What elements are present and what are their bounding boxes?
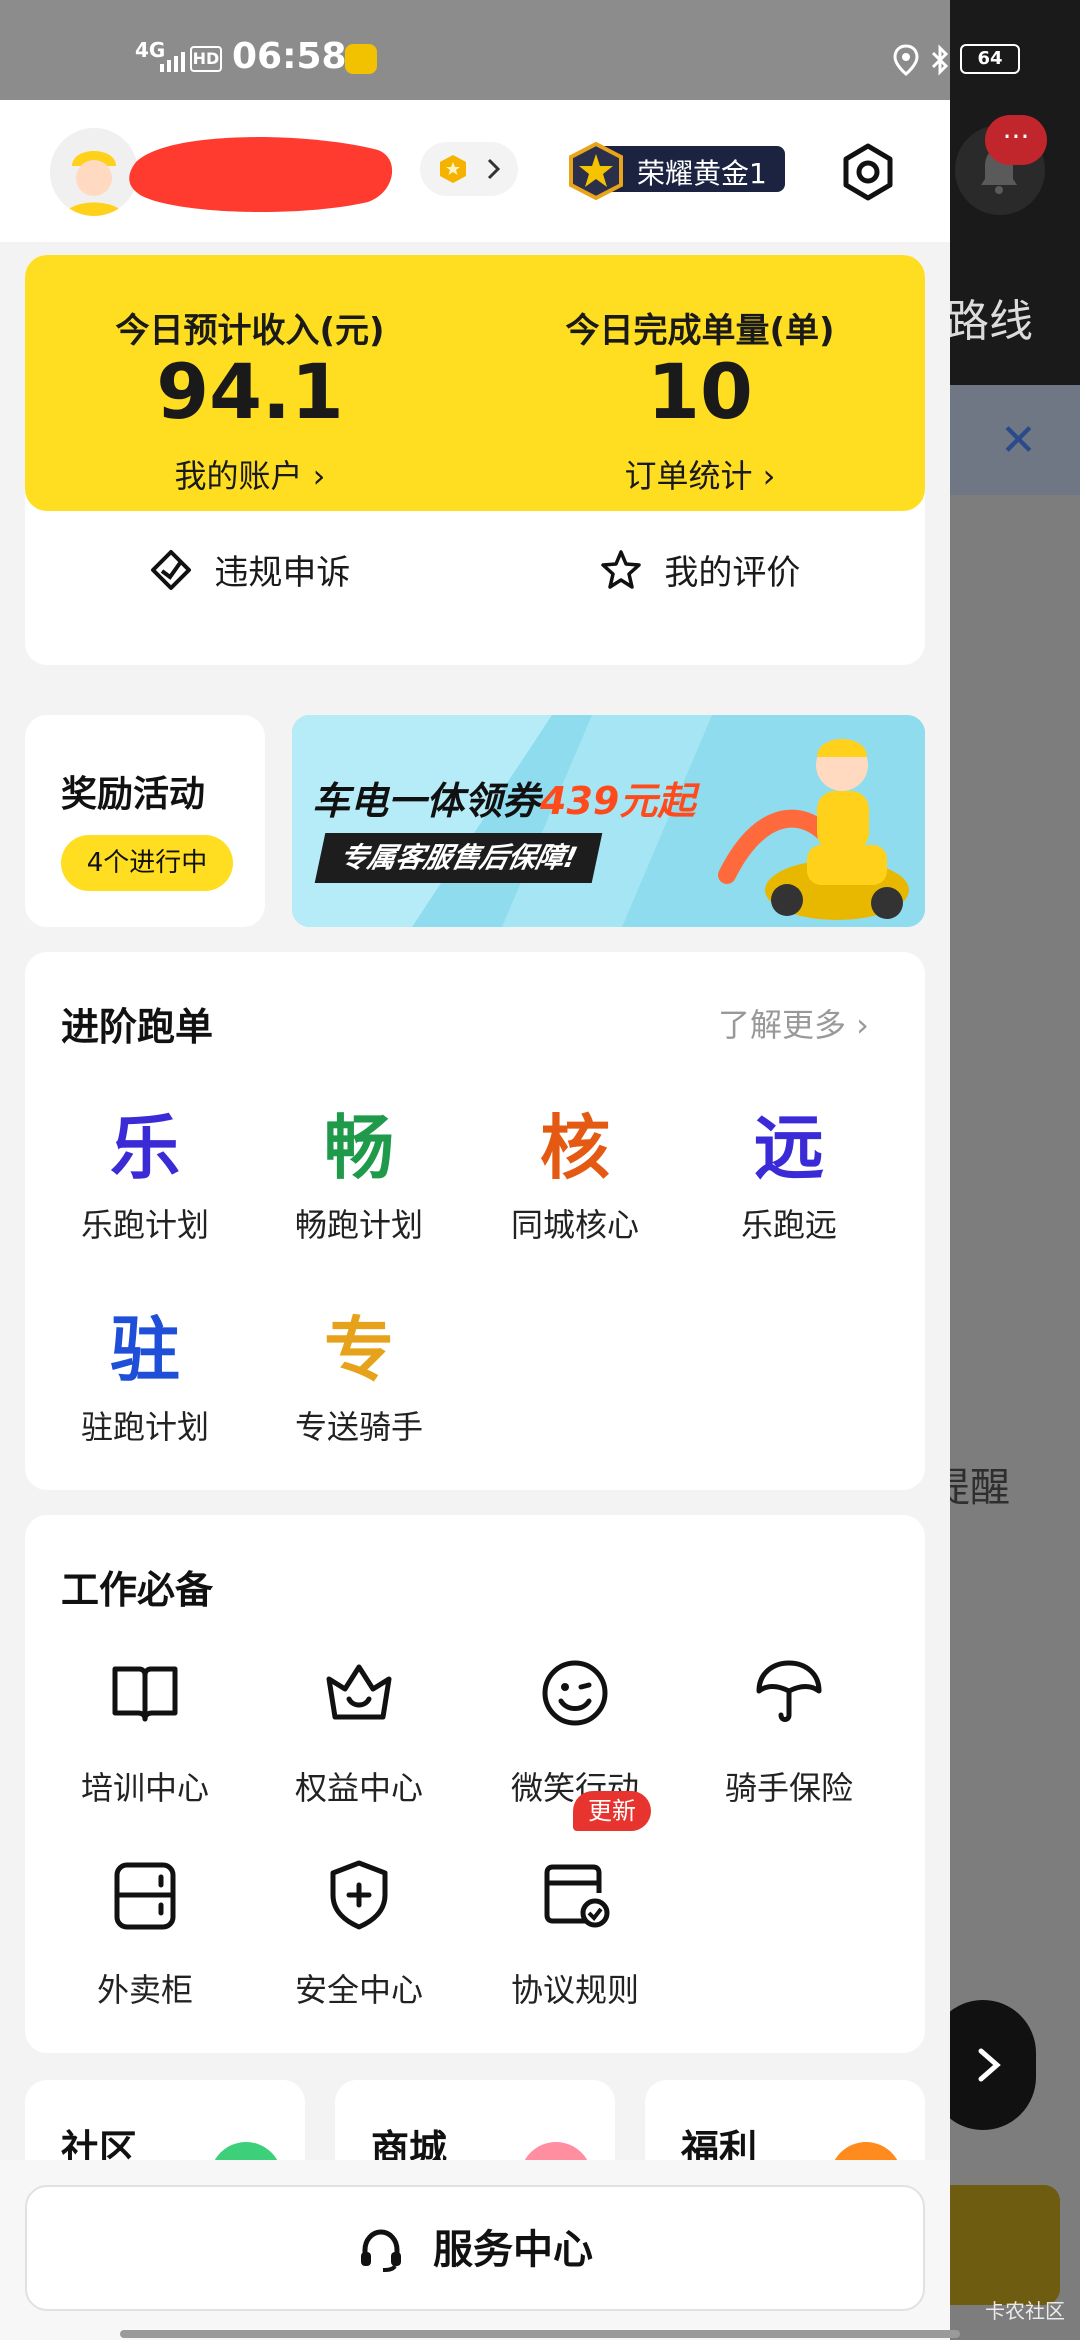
crown-icon <box>326 1664 392 1720</box>
plan-glyph: 畅 <box>324 1107 394 1189</box>
rank-label: 荣耀黄金1 <box>637 157 767 190</box>
benefits-center[interactable]: 权益中心 <box>253 1655 465 1807</box>
rider-scooter-illustration <box>718 739 909 920</box>
plan-label: 同城核心 <box>510 1206 639 1244</box>
rider-insurance[interactable]: 骑手保险 <box>683 1655 895 1807</box>
my-rating-button[interactable]: 我的评价 <box>475 545 925 625</box>
training-center[interactable]: 培训中心 <box>39 1655 251 1807</box>
rider-avatar-icon <box>50 128 138 216</box>
headset-icon <box>361 2229 402 2272</box>
settings-icon[interactable] <box>838 142 898 202</box>
more-badge[interactable]: ··· <box>985 115 1047 165</box>
plan-city-core[interactable]: 核 同城核心 <box>469 1092 681 1244</box>
update-badge: 更新 <box>573 1791 651 1831</box>
tool-label: 权益中心 <box>294 1769 423 1807</box>
plan-chang-pao[interactable]: 畅 畅跑计划 <box>253 1092 465 1244</box>
plan-label: 驻跑计划 <box>80 1408 209 1446</box>
plan-glyph: 乐 <box>110 1107 180 1189</box>
level-chip[interactable] <box>420 142 518 196</box>
agreement-icon <box>544 1864 610 1928</box>
level-star-icon <box>440 155 466 183</box>
income-value: 94.1 <box>156 347 344 436</box>
service-center-label: 服务中心 <box>432 2227 593 2273</box>
reward-activity-card[interactable]: 奖励活动 4个进行中 <box>25 715 265 927</box>
plan-label: 畅跑计划 <box>294 1206 423 1244</box>
order-stats-link[interactable]: 订单统计 › <box>475 451 925 497</box>
service-center-button[interactable]: 服务中心 <box>25 2185 925 2311</box>
plan-label: 乐跑计划 <box>80 1206 209 1244</box>
work-title: 工作必备 <box>61 1568 214 1612</box>
orders-stat: 今日完成单量(单) 10 订单统计 › <box>475 255 925 511</box>
chevron-right-icon <box>978 2048 1001 2082</box>
tool-label: 骑手保险 <box>724 1769 853 1807</box>
smile-icon <box>542 1660 608 1726</box>
plan-le-pao-far[interactable]: 远 乐跑远 <box>683 1092 895 1244</box>
tool-label: 安全中心 <box>294 1971 423 2009</box>
banner-subtitle: 专属客服售后保障! <box>314 833 603 883</box>
income-stat: 今日预计收入(元) 94.1 我的账户 › <box>25 255 475 511</box>
plan-le-pao[interactable]: 乐 乐跑计划 <box>39 1092 251 1244</box>
signal-icon <box>160 52 185 72</box>
plan-glyph: 核 <box>540 1107 610 1189</box>
smile-action[interactable]: 微笑行动 <box>469 1655 681 1807</box>
redacted-username <box>129 137 393 213</box>
earnings-card: 今日预计收入(元) 94.1 我的账户 › 今日完成单量(单) 10 订单统计 … <box>25 255 925 665</box>
background-route-label: 路线 <box>945 296 1033 347</box>
location-icon <box>893 44 919 76</box>
appeal-button[interactable]: 违规申诉 <box>25 545 475 625</box>
banner-headline-text: 车电一体领券 <box>312 779 541 823</box>
orders-value: 10 <box>647 347 753 436</box>
app-notification-icon <box>345 44 377 74</box>
plan-glyph: 远 <box>754 1107 824 1189</box>
plan-glyph: 专 <box>324 1309 394 1391</box>
appeal-icon <box>150 549 191 590</box>
close-icon[interactable]: ✕ <box>1000 415 1037 466</box>
income-label: 今日预计收入(元) <box>115 311 385 351</box>
book-icon <box>112 1666 178 1722</box>
umbrella-icon <box>756 1660 822 1722</box>
promo-banner[interactable]: 车电一体领券439元起 专属客服售后保障! <box>292 715 925 927</box>
earnings-summary: 今日预计收入(元) 94.1 我的账户 › 今日完成单量(单) 10 订单统计 … <box>25 255 925 511</box>
plan-zhu-pao[interactable]: 驻 驻跑计划 <box>39 1294 251 1446</box>
appeal-label: 违规申诉 <box>214 553 351 593</box>
plan-label: 乐跑远 <box>740 1206 837 1244</box>
rank-badge[interactable]: 荣耀黄金1 <box>565 142 785 200</box>
tool-label: 协议规则 <box>510 1971 639 2009</box>
watermark: 卡农社区 <box>985 2299 1065 2323</box>
advanced-run-card: 进阶跑单 了解更多 › 乐 乐跑计划 畅 畅跑计划 核 同城核心 远 乐跑远 驻… <box>25 952 925 1490</box>
reward-title: 奖励活动 <box>61 774 206 815</box>
shield-icon <box>330 1860 388 1930</box>
tool-label: 培训中心 <box>80 1769 209 1807</box>
side-drawer: 荣耀黄金1 今日预计收入(元) 94.1 我的账户 › 今日完成单量(单) 10… <box>0 100 950 2340</box>
agreement-rules[interactable]: 协议规则 <box>469 1857 681 2009</box>
bluetooth-icon <box>931 44 949 76</box>
locker-icon <box>114 1862 176 1930</box>
chevron-right-icon <box>487 158 501 180</box>
home-indicator[interactable] <box>120 2330 960 2338</box>
gold-medal-icon <box>569 142 623 200</box>
status-time: 06:58 <box>232 36 347 77</box>
tool-label: 外卖柜 <box>96 1971 193 2009</box>
banner-price: 439元起 <box>540 779 696 823</box>
bottom-bar: 服务中心 <box>0 2160 950 2340</box>
plan-glyph: 驻 <box>110 1309 180 1391</box>
delivery-locker[interactable]: 外卖柜 <box>39 1857 251 2009</box>
avatar[interactable] <box>50 128 138 216</box>
plan-dedicated-rider[interactable]: 专 专送骑手 <box>253 1294 465 1446</box>
work-essentials-card: 工作必备 培训中心 权益中心 微笑行动 骑手保险 外卖柜 安全中心 协议规则 更… <box>25 1515 925 2053</box>
battery-indicator: 64 <box>960 44 1020 74</box>
advanced-title: 进阶跑单 <box>61 1005 214 1049</box>
my-account-link[interactable]: 我的账户 › <box>25 451 475 497</box>
status-bar: 4G HD 06:58 <box>0 0 950 100</box>
banner-headline: 车电一体领券439元起 <box>312 770 695 825</box>
hd-icon: HD <box>190 46 222 72</box>
profile-header: 荣耀黄金1 <box>0 100 950 242</box>
star-outline-icon <box>600 549 641 589</box>
my-rating-label: 我的评价 <box>664 553 801 593</box>
plan-label: 专送骑手 <box>294 1408 423 1446</box>
safety-center[interactable]: 安全中心 <box>253 1857 465 2009</box>
orders-label: 今日完成单量(单) <box>565 311 835 351</box>
reward-count-pill: 4个进行中 <box>61 835 233 891</box>
learn-more-link[interactable]: 了解更多 › <box>718 1000 869 1046</box>
